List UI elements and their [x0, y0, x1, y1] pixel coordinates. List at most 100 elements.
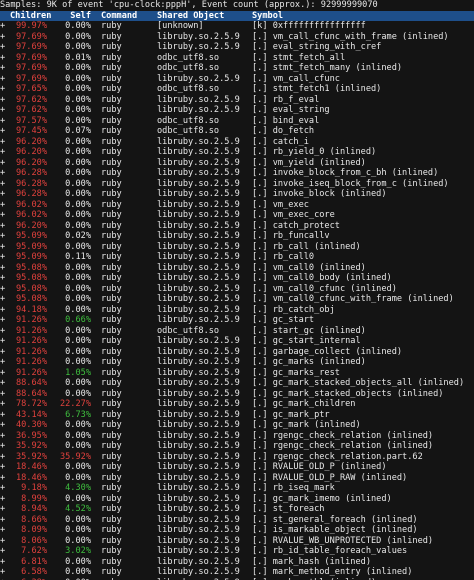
table-row[interactable]: +9.18% 4.30% ruby libruby.so.2.5.9 [.] rb_is…	[0, 483, 474, 494]
table-row[interactable]: +99.97% 0.00% ruby [unknown] [k] 0xfffffffff…	[0, 21, 474, 32]
table-row[interactable]: +91.26% 0.66% ruby libruby.so.2.5.9 [.] gc_s…	[0, 315, 474, 326]
expand-marker: +	[0, 514, 6, 525]
table-row[interactable]: +96.20% 0.00% ruby libruby.so.2.5.9 [.] rb_y…	[0, 147, 474, 158]
table-row[interactable]: +96.20% 0.00% ruby libruby.so.2.5.9 [.] vm_y…	[0, 158, 474, 169]
table-row[interactable]: +91.26% 0.00% ruby libruby.so.2.5.9 [.] gc_m…	[0, 357, 474, 368]
shared-object-cell: libruby.so.2.5.9	[157, 525, 240, 535]
self-percent: 0.00%	[65, 273, 91, 283]
symbol-cell: [.] invoke_iseq_block_from_c (inlined)	[252, 178, 449, 189]
self-percent: 0.66%	[65, 315, 91, 325]
table-row[interactable]: +95.09% 0.00% ruby libruby.so.2.5.9 [.] rb_c…	[0, 242, 474, 253]
table-row[interactable]: +96.28% 0.00% ruby libruby.so.2.5.9 [.] invo…	[0, 168, 474, 179]
table-row[interactable]: +36.95% 0.00% ruby libruby.so.2.5.9 [.] rgen…	[0, 431, 474, 442]
shared-object-cell: libruby.so.2.5.9	[157, 199, 240, 210]
table-row[interactable]: +97.57% 0.00% ruby odbc_utf8.so [.] bind_eva…	[0, 116, 474, 127]
children-percent: 96.02%	[15, 199, 47, 210]
header-expand-column	[0, 11, 10, 22]
symbol-cell: [.] rb_yield_0 (inlined)	[252, 147, 377, 157]
table-row[interactable]: +88.64% 0.00% ruby libruby.so.2.5.9 [.] gc_m…	[0, 378, 474, 389]
self-percent: 0.00%	[65, 31, 91, 42]
table-row[interactable]: +96.02% 0.00% ruby libruby.so.2.5.9 [.] vm_e…	[0, 210, 474, 221]
command-cell: ruby	[101, 283, 122, 294]
table-row[interactable]: +18.46% 0.00% ruby libruby.so.2.5.9 [.] RVAL…	[0, 462, 474, 473]
shared-object-cell: libruby.so.2.5.9	[157, 178, 240, 189]
table-row[interactable]: +91.26% 0.00% ruby odbc_utf8.so [.] start_gc…	[0, 326, 474, 337]
children-percent: 6.81%	[21, 556, 47, 567]
self-percent: 0.00%	[65, 378, 91, 388]
table-row[interactable]: +91.26% 0.00% ruby libruby.so.2.5.9 [.] gc_s…	[0, 336, 474, 347]
expand-marker: +	[0, 525, 6, 535]
table-row[interactable]: +96.20% 0.00% ruby libruby.so.2.5.9 [.] catc…	[0, 137, 474, 148]
table-row[interactable]: +95.08% 0.00% ruby libruby.so.2.5.9 [.] vm_c…	[0, 294, 474, 305]
table-row[interactable]: +97.62% 0.00% ruby libruby.so.2.5.9 [.] rb_f…	[0, 95, 474, 106]
table-row[interactable]: +8.94% 4.52% ruby libruby.so.2.5.9 [.] st_fo…	[0, 504, 474, 515]
self-percent: 0.00%	[65, 430, 91, 441]
table-row[interactable]: +88.64% 0.00% ruby libruby.so.2.5.9 [.] gc_m…	[0, 389, 474, 400]
table-row[interactable]: +94.18% 0.00% ruby libruby.so.2.5.9 [.] rb_c…	[0, 305, 474, 316]
expand-marker: +	[0, 52, 6, 63]
table-row[interactable]: +97.69% 0.01% ruby odbc_utf8.so [.] stmt_fet…	[0, 53, 474, 64]
symbol-cell: [.] rb_catch_obj	[252, 304, 335, 315]
table-row[interactable]: +8.09% 0.00% ruby libruby.so.2.5.9 [.] is_ma…	[0, 525, 474, 536]
table-row[interactable]: +97.69% 0.00% ruby libruby.so.2.5.9 [.] eval…	[0, 42, 474, 53]
table-row[interactable]: +95.08% 0.00% ruby libruby.so.2.5.9 [.] vm_c…	[0, 273, 474, 284]
command-cell: ruby	[101, 273, 122, 283]
self-percent: 0.00%	[65, 189, 91, 199]
command-cell: ruby	[101, 420, 122, 430]
shared-object-cell: odbc_utf8.so	[157, 52, 220, 63]
command-cell: ruby	[101, 357, 122, 367]
table-row[interactable]: +97.69% 0.00% ruby libruby.so.2.5.9 [.] vm_c…	[0, 74, 474, 85]
entry-list: +99.97% 0.00% ruby [unknown] [k] 0xfffffffff…	[0, 21, 474, 580]
table-row[interactable]: +96.02% 0.00% ruby libruby.so.2.5.9 [.] vm_e…	[0, 200, 474, 211]
table-row[interactable]: +95.09% 0.02% ruby libruby.so.2.5.9 [.] rb_f…	[0, 231, 474, 242]
table-row[interactable]: +97.45% 0.07% ruby odbc_utf8.so [.] do_fetch	[0, 126, 474, 137]
command-cell: ruby	[101, 220, 122, 231]
command-cell: ruby	[101, 126, 122, 136]
table-row[interactable]: +43.14% 6.73% ruby libruby.so.2.5.9 [.] gc_m…	[0, 410, 474, 421]
symbol-cell: [.] vm_call_cfunc	[252, 73, 340, 84]
table-row[interactable]: +40.30% 0.00% ruby libruby.so.2.5.9 [.] gc_m…	[0, 420, 474, 431]
table-row[interactable]: +96.28% 0.00% ruby libruby.so.2.5.9 [.] invo…	[0, 189, 474, 200]
command-cell: ruby	[101, 94, 122, 105]
table-row[interactable]: +18.46% 0.00% ruby libruby.so.2.5.9 [.] RVAL…	[0, 473, 474, 484]
symbol-cell: [.] do_fetch	[252, 126, 315, 136]
table-row[interactable]: +96.28% 0.00% ruby libruby.so.2.5.9 [.] invo…	[0, 179, 474, 190]
table-row[interactable]: +91.26% 1.05% ruby libruby.so.2.5.9 [.] gc_m…	[0, 368, 474, 379]
children-percent: 91.26%	[15, 325, 47, 336]
symbol-cell: [.] stmt_fetch_many (inlined)	[252, 63, 403, 73]
command-cell: ruby	[101, 168, 122, 178]
self-percent: 0.00%	[65, 220, 91, 231]
table-row[interactable]: +35.92% 0.00% ruby libruby.so.2.5.9 [.] rgen…	[0, 441, 474, 452]
symbol-cell: [.] RVALUE_OLD_P (inlined)	[252, 462, 387, 472]
table-row[interactable]: +97.65% 0.00% ruby odbc_utf8.so [.] stmt_fet…	[0, 84, 474, 95]
table-row[interactable]: +6.81% 0.00% ruby libruby.so.2.5.9 [.] mark_…	[0, 557, 474, 568]
table-row[interactable]: +8.06% 0.00% ruby libruby.so.2.5.9 [.] RVALU…	[0, 536, 474, 547]
expand-marker: +	[0, 84, 6, 94]
table-row[interactable]: +8.66% 0.00% ruby libruby.so.2.5.9 [.] st_ge…	[0, 515, 474, 526]
table-row[interactable]: +97.69% 0.00% ruby libruby.so.2.5.9 [.] vm_c…	[0, 32, 474, 43]
expand-marker: +	[0, 199, 6, 210]
self-percent: 0.00%	[65, 262, 91, 273]
children-percent: 7.62%	[21, 546, 47, 556]
symbol-cell: [.] gc_mark_imemo (inlined)	[252, 493, 392, 504]
self-percent: 0.00%	[65, 178, 91, 189]
table-row[interactable]: +95.08% 0.00% ruby libruby.so.2.5.9 [.] vm_c…	[0, 263, 474, 274]
command-cell: ruby	[101, 399, 122, 409]
table-row[interactable]: +97.69% 0.00% ruby odbc_utf8.so [.] stmt_fet…	[0, 63, 474, 74]
command-cell: ruby	[101, 556, 122, 567]
table-row[interactable]: +35.92% 35.92% ruby libruby.so.2.5.9 [.] rge…	[0, 452, 474, 463]
table-row[interactable]: +95.09% 0.11% ruby libruby.so.2.5.9 [.] rb_c…	[0, 252, 474, 263]
table-row[interactable]: +95.08% 0.00% ruby libruby.so.2.5.9 [.] vm_c…	[0, 284, 474, 295]
table-row[interactable]: +97.62% 0.00% ruby libruby.so.2.5.9 [.] eval…	[0, 105, 474, 116]
children-percent: 95.09%	[15, 241, 47, 252]
table-row[interactable]: +7.62% 3.02% ruby libruby.so.2.5.9 [.] rb_id…	[0, 546, 474, 557]
table-row[interactable]: +91.26% 0.00% ruby libruby.so.2.5.9 [.] garb…	[0, 347, 474, 358]
symbol-cell: [.] vm_call_cfunc_with_frame (inlined)	[252, 31, 449, 42]
table-row[interactable]: +8.99% 0.00% ruby libruby.so.2.5.9 [.] gc_ma…	[0, 494, 474, 505]
table-row[interactable]: +96.20% 0.00% ruby libruby.so.2.5.9 [.] catc…	[0, 221, 474, 232]
table-row[interactable]: +78.72% 22.27% ruby libruby.so.2.5.9 [.] gc_…	[0, 399, 474, 410]
command-cell: ruby	[101, 21, 122, 31]
table-row[interactable]: +6.58% 0.00% ruby libruby.so.2.5.9 [.] mark_…	[0, 567, 474, 578]
self-percent: 0.00%	[65, 567, 91, 577]
self-percent: 0.00%	[65, 283, 91, 294]
